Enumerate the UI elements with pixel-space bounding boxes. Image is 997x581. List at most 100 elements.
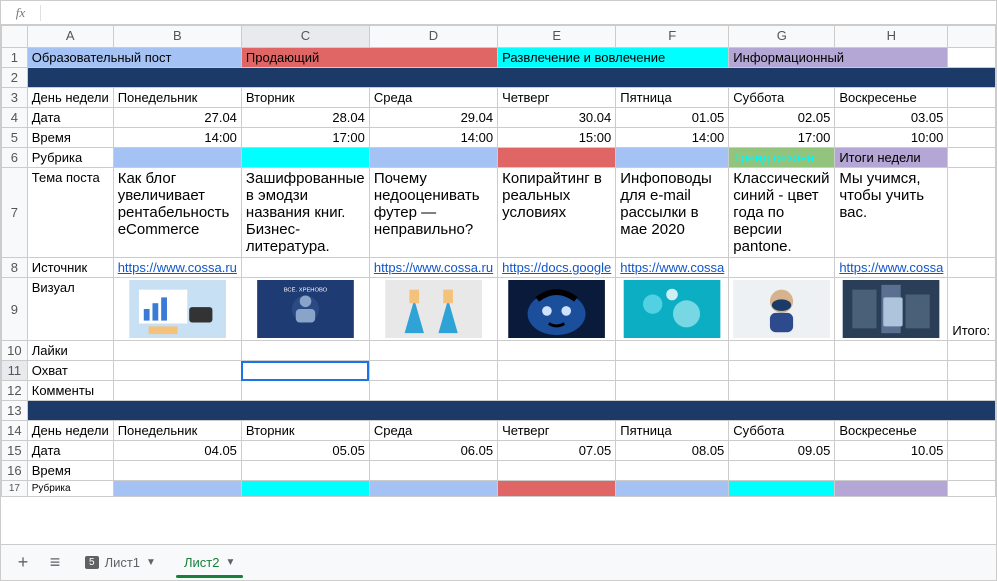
cell[interactable] [113, 481, 241, 497]
formula-input[interactable] [41, 1, 996, 24]
cell[interactable]: https://www.cossa.ru [113, 258, 241, 278]
cell[interactable]: Почему недооценивать футер — неправильно… [369, 168, 497, 258]
cell[interactable] [948, 381, 996, 401]
row-header[interactable]: 12 [2, 381, 28, 401]
link[interactable]: https://www.cossa [839, 260, 943, 275]
active-cell[interactable] [241, 361, 369, 381]
cell[interactable]: Среда [369, 421, 497, 441]
cell[interactable] [113, 341, 241, 361]
cell[interactable]: Четверг [498, 88, 616, 108]
cell-label[interactable]: Дата [27, 108, 113, 128]
add-sheet-button[interactable]: + [9, 549, 37, 577]
cell[interactable] [498, 381, 616, 401]
cell-label[interactable]: Комменты [27, 381, 113, 401]
cell[interactable] [948, 258, 996, 278]
cell[interactable] [729, 258, 835, 278]
link[interactable]: https://www.cossa [620, 260, 724, 275]
cell[interactable]: 15:00 [498, 128, 616, 148]
cell[interactable] [241, 381, 369, 401]
sheet-tab-1[interactable]: 5 Лист1 ▼ [73, 548, 168, 578]
cell[interactable]: Как блог увеличивает рентабельность eCom… [113, 168, 241, 258]
cell[interactable]: 17:00 [729, 128, 835, 148]
sheet-tab-2[interactable]: Лист2 ▼ [172, 548, 247, 578]
row-header[interactable]: 2 [2, 68, 28, 88]
cell[interactable] [729, 461, 835, 481]
link[interactable]: https://docs.google [502, 260, 611, 275]
cell-label[interactable]: Рубрика [27, 481, 113, 497]
col-header[interactable]: E [498, 26, 616, 48]
cell[interactable] [835, 278, 948, 341]
cell-label[interactable]: Время [27, 461, 113, 481]
spreadsheet-grid[interactable]: A B C D E F G H 1 Образовательный пост П… [1, 25, 996, 544]
cell[interactable] [241, 481, 369, 497]
row-header[interactable]: 4 [2, 108, 28, 128]
cell[interactable]: Классический синий - цвет года по версии… [729, 168, 835, 258]
legend-edu[interactable]: Образовательный пост [27, 48, 241, 68]
cell[interactable]: 03.05 [835, 108, 948, 128]
cell[interactable]: Вторник [241, 88, 369, 108]
cell[interactable]: Воскресенье [835, 88, 948, 108]
col-header[interactable]: G [729, 26, 835, 48]
col-header[interactable]: B [113, 26, 241, 48]
cell[interactable]: 05.05 [241, 441, 369, 461]
legend-info[interactable]: Информационный [729, 48, 948, 68]
cell[interactable] [948, 88, 996, 108]
cell[interactable] [729, 481, 835, 497]
cell-label[interactable]: Рубрика [27, 148, 113, 168]
cell[interactable] [835, 361, 948, 381]
cell[interactable] [948, 421, 996, 441]
cell[interactable]: 07.05 [498, 441, 616, 461]
cell[interactable] [369, 341, 497, 361]
cell[interactable]: https://www.cossa.ru [369, 258, 497, 278]
cell[interactable]: Понедельник [113, 421, 241, 441]
cell[interactable] [948, 48, 996, 68]
cell[interactable] [616, 148, 729, 168]
cell-label[interactable]: Дата [27, 441, 113, 461]
row-header[interactable]: 17 [2, 481, 28, 497]
cell[interactable] [616, 481, 729, 497]
cell[interactable] [241, 341, 369, 361]
cell[interactable] [835, 381, 948, 401]
cell[interactable] [729, 341, 835, 361]
row-header[interactable]: 8 [2, 258, 28, 278]
cell[interactable] [113, 361, 241, 381]
cell[interactable]: 29.04 [369, 108, 497, 128]
cell[interactable] [948, 461, 996, 481]
cell[interactable]: Тренд сезона [729, 148, 835, 168]
row-header[interactable]: 16 [2, 461, 28, 481]
row-header[interactable]: 7 [2, 168, 28, 258]
cell[interactable]: Воскресенье [835, 421, 948, 441]
cell[interactable] [113, 381, 241, 401]
cell[interactable] [369, 361, 497, 381]
cell[interactable] [948, 361, 996, 381]
cell-label[interactable]: День недели [27, 88, 113, 108]
col-header[interactable]: D [369, 26, 497, 48]
cell[interactable]: 02.05 [729, 108, 835, 128]
cell[interactable] [729, 381, 835, 401]
cell-label[interactable]: Лайки [27, 341, 113, 361]
row-header[interactable]: 11 [2, 361, 28, 381]
select-all-corner[interactable] [2, 26, 28, 48]
cell[interactable] [241, 461, 369, 481]
cell[interactable] [27, 68, 995, 88]
col-header[interactable]: C [241, 26, 369, 48]
cell[interactable]: 14:00 [113, 128, 241, 148]
cell[interactable] [948, 441, 996, 461]
row-header[interactable]: 5 [2, 128, 28, 148]
cell[interactable]: 09.05 [729, 441, 835, 461]
cell[interactable]: Суббота [729, 88, 835, 108]
row-header[interactable]: 13 [2, 401, 28, 421]
cell[interactable] [616, 461, 729, 481]
cell[interactable] [369, 278, 497, 341]
row-header[interactable]: 10 [2, 341, 28, 361]
row-header[interactable]: 14 [2, 421, 28, 441]
cell[interactable]: Копирайтинг в реальных условиях [498, 168, 616, 258]
cell[interactable]: https://www.cossa [616, 258, 729, 278]
cell[interactable]: 30.04 [498, 108, 616, 128]
cell[interactable]: Четверг [498, 421, 616, 441]
cell-label[interactable]: Итого: [948, 278, 996, 341]
cell[interactable] [241, 148, 369, 168]
cell[interactable]: 08.05 [616, 441, 729, 461]
row-header[interactable]: 3 [2, 88, 28, 108]
cell[interactable]: 14:00 [616, 128, 729, 148]
